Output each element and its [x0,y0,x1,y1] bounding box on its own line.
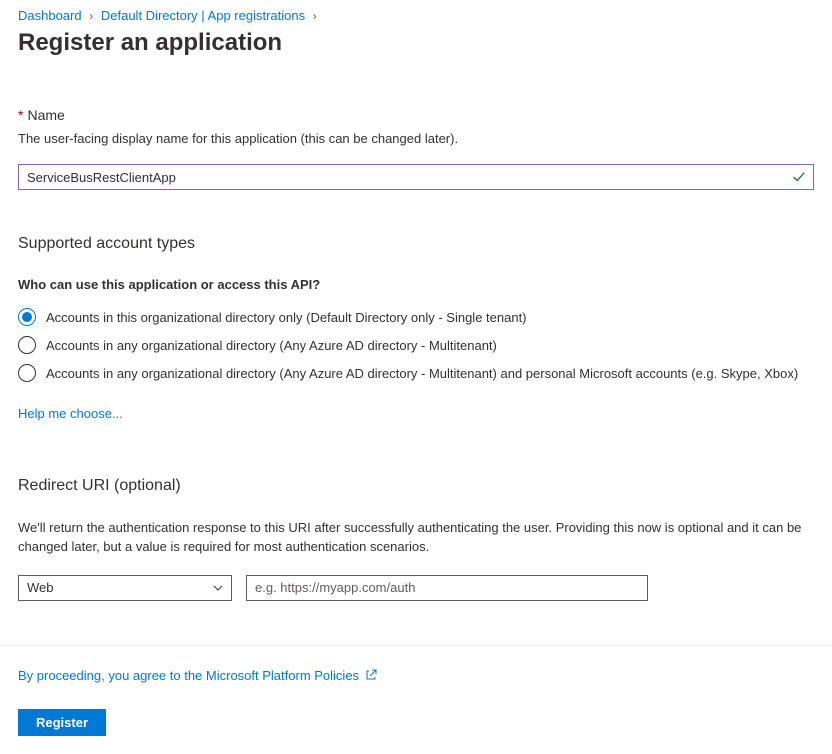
radio-button-icon [18,336,36,354]
radio-button-icon [18,308,36,326]
platform-select[interactable]: Web [18,575,232,601]
name-description: The user-facing display name for this ap… [18,131,814,146]
account-types-question: Who can use this application or access t… [18,277,814,292]
platform-select-wrapper: Web [18,575,232,601]
account-types-heading: Supported account types [18,235,814,253]
redirect-uri-row: Web [18,575,814,601]
redirect-uri-heading: Redirect URI (optional) [18,477,814,495]
account-types-radio-group: Accounts in this organizational director… [18,308,814,382]
checkmark-icon [792,170,806,184]
breadcrumb: Dashboard › Default Directory | App regi… [18,8,814,23]
breadcrumb-link-directory[interactable]: Default Directory | App registrations [101,8,305,23]
name-input-wrapper [18,164,814,190]
breadcrumb-separator: › [89,9,93,23]
platform-policies-link[interactable]: By proceeding, you agree to the Microsof… [18,668,377,683]
help-me-choose-link[interactable]: Help me choose... [18,406,123,421]
name-input[interactable] [18,164,814,190]
breadcrumb-separator: › [313,9,317,23]
redirect-uri-description: We'll return the authentication response… [18,519,814,557]
radio-option-multitenant[interactable]: Accounts in any organizational directory… [18,336,814,354]
radio-button-icon [18,364,36,382]
radio-label: Accounts in any organizational directory… [46,338,497,353]
footer-divider [0,645,832,646]
radio-label: Accounts in any organizational directory… [46,366,798,381]
register-button[interactable]: Register [18,709,106,736]
radio-label: Accounts in this organizational director… [46,310,527,325]
required-indicator: * [18,107,23,123]
redirect-uri-input[interactable] [246,575,648,601]
breadcrumb-link-dashboard[interactable]: Dashboard [18,8,82,23]
external-link-icon [365,669,377,681]
radio-option-single-tenant[interactable]: Accounts in this organizational director… [18,308,814,326]
radio-option-multitenant-personal[interactable]: Accounts in any organizational directory… [18,364,814,382]
name-label: *Name [18,107,814,123]
page-title: Register an application [18,29,814,57]
